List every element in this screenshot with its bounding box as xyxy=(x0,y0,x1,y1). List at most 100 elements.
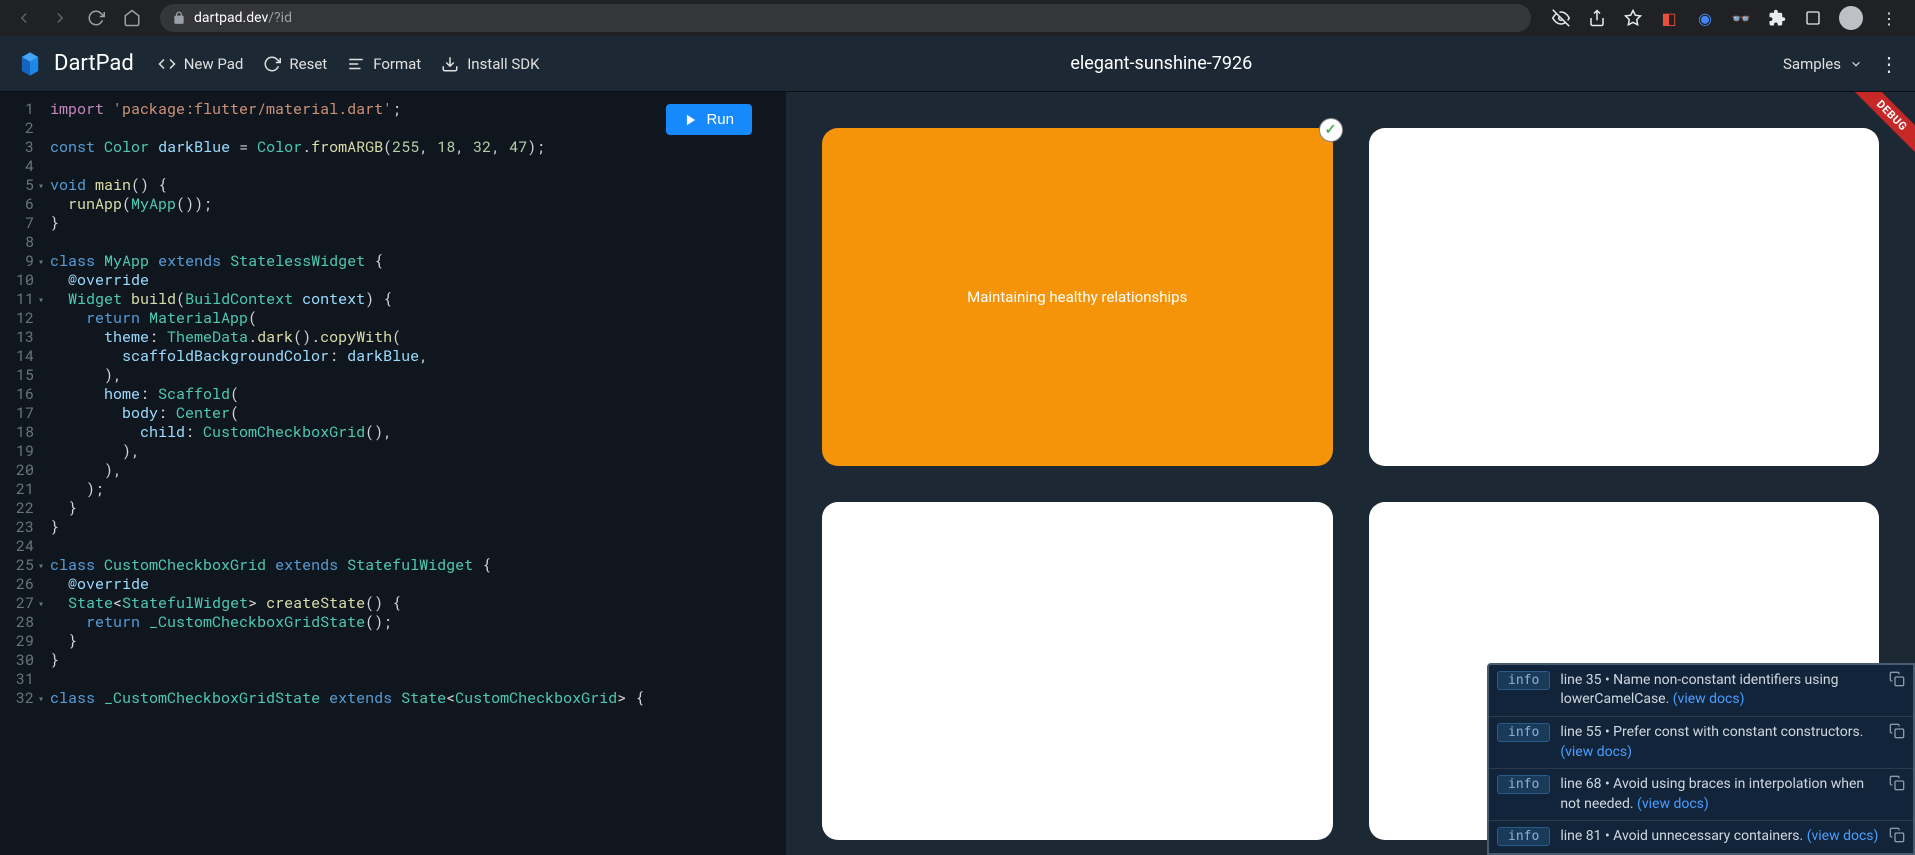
code-content[interactable]: child: CustomCheckboxGrid(), xyxy=(50,423,392,442)
code-content[interactable]: } xyxy=(50,214,59,233)
issue-docs-link[interactable]: (view docs) xyxy=(1807,828,1879,844)
forward-button[interactable] xyxy=(44,2,76,34)
code-line[interactable]: 17 body: Center( xyxy=(0,404,786,423)
code-line[interactable]: 31 xyxy=(0,670,786,689)
extension-icon-1[interactable]: ◧ xyxy=(1659,8,1679,28)
code-content[interactable]: } xyxy=(50,499,77,518)
issue-row[interactable]: infoline 55 • Prefer const with constant… xyxy=(1489,717,1913,769)
fold-gutter[interactable]: ▾ xyxy=(38,290,50,309)
extension-icon-2[interactable]: ◉ xyxy=(1695,8,1715,28)
fold-gutter[interactable]: ▾ xyxy=(38,594,50,613)
code-line[interactable]: 23} xyxy=(0,518,786,537)
copy-icon[interactable] xyxy=(1889,723,1905,739)
project-title[interactable]: elegant-sunshine-7926 xyxy=(540,53,1783,74)
format-button[interactable]: Format xyxy=(347,55,421,73)
copy-icon[interactable] xyxy=(1889,827,1905,843)
code-line[interactable]: 30} xyxy=(0,651,786,670)
logo[interactable]: DartPad xyxy=(16,50,134,78)
preview-card-2[interactable] xyxy=(1369,128,1880,466)
issue-docs-link[interactable]: (view docs) xyxy=(1637,796,1709,812)
fold-gutter[interactable]: ▾ xyxy=(38,556,50,575)
code-line[interactable]: 24 xyxy=(0,537,786,556)
code-content[interactable]: State<StatefulWidget> createState() { xyxy=(50,594,401,613)
code-line[interactable]: 6 runApp(MyApp()); xyxy=(0,195,786,214)
avatar[interactable] xyxy=(1839,6,1863,30)
code-content[interactable]: @override xyxy=(50,271,149,290)
code-line[interactable]: 16 home: Scaffold( xyxy=(0,385,786,404)
issue-docs-link[interactable]: (view docs) xyxy=(1673,691,1745,707)
code-content[interactable]: scaffoldBackgroundColor: darkBlue, xyxy=(50,347,428,366)
code-content[interactable]: ), xyxy=(50,442,140,461)
star-icon[interactable] xyxy=(1623,8,1643,28)
code-line[interactable]: 21 ); xyxy=(0,480,786,499)
fold-gutter[interactable]: ▾ xyxy=(38,176,50,195)
code-line[interactable]: 9▾class MyApp extends StatelessWidget { xyxy=(0,252,786,271)
chrome-more-icon[interactable]: ⋮ xyxy=(1879,8,1899,28)
code-line[interactable]: 26 @override xyxy=(0,575,786,594)
copy-icon[interactable] xyxy=(1889,775,1905,791)
code-line[interactable]: 19 ), xyxy=(0,442,786,461)
code-line[interactable]: 32▾class _CustomCheckboxGridState extend… xyxy=(0,689,786,708)
code-line[interactable]: 14 scaffoldBackgroundColor: darkBlue, xyxy=(0,347,786,366)
window-icon[interactable] xyxy=(1803,8,1823,28)
copy-icon[interactable] xyxy=(1889,671,1905,687)
code-line[interactable]: 11▾ Widget build(BuildContext context) { xyxy=(0,290,786,309)
code-line[interactable]: 15 ), xyxy=(0,366,786,385)
editor-scroll[interactable]: 1import 'package:flutter/material.dart';… xyxy=(0,92,786,855)
install-sdk-button[interactable]: Install SDK xyxy=(441,55,539,73)
code-line[interactable]: 22 } xyxy=(0,499,786,518)
fold-gutter[interactable]: ▾ xyxy=(38,252,50,271)
code-line[interactable]: 29 } xyxy=(0,632,786,651)
code-content[interactable]: } xyxy=(50,632,77,651)
code-line[interactable]: 10 @override xyxy=(0,271,786,290)
home-button[interactable] xyxy=(116,2,148,34)
code-line[interactable]: 28 return _CustomCheckboxGridState(); xyxy=(0,613,786,632)
code-line[interactable]: 27▾ State<StatefulWidget> createState() … xyxy=(0,594,786,613)
code-line[interactable]: 13 theme: ThemeData.dark().copyWith( xyxy=(0,328,786,347)
samples-button[interactable]: Samples xyxy=(1783,55,1863,73)
code-line[interactable]: 18 child: CustomCheckboxGrid(), xyxy=(0,423,786,442)
code-line[interactable]: 25▾class CustomCheckboxGrid extends Stat… xyxy=(0,556,786,575)
code-content[interactable]: const Color darkBlue = Color.fromARGB(25… xyxy=(50,138,545,157)
back-button[interactable] xyxy=(8,2,40,34)
code-line[interactable]: 8 xyxy=(0,233,786,252)
code-line[interactable]: 7} xyxy=(0,214,786,233)
code-content[interactable]: return _CustomCheckboxGridState(); xyxy=(50,613,392,632)
share-icon[interactable] xyxy=(1587,8,1607,28)
code-content[interactable]: Widget build(BuildContext context) { xyxy=(50,290,392,309)
extension-icon-3[interactable]: 👓 xyxy=(1731,8,1751,28)
more-menu-button[interactable]: ⋮ xyxy=(1879,52,1899,76)
issue-row[interactable]: infoline 35 • Name non-constant identifi… xyxy=(1489,665,1913,717)
code-content[interactable]: home: Scaffold( xyxy=(50,385,239,404)
code-content[interactable]: ); xyxy=(50,480,104,499)
code-line[interactable]: 5▾void main() { xyxy=(0,176,786,195)
code-content[interactable]: runApp(MyApp()); xyxy=(50,195,212,214)
new-pad-button[interactable]: New Pad xyxy=(158,55,244,73)
code-line[interactable]: 4 xyxy=(0,157,786,176)
code-line[interactable]: 12 return MaterialApp( xyxy=(0,309,786,328)
code-content[interactable]: } xyxy=(50,518,59,537)
reload-button[interactable] xyxy=(80,2,112,34)
code-line[interactable]: 20 ), xyxy=(0,461,786,480)
code-content[interactable]: void main() { xyxy=(50,176,167,195)
code-line[interactable]: 3const Color darkBlue = Color.fromARGB(2… xyxy=(0,138,786,157)
code-content[interactable]: } xyxy=(50,651,59,670)
preview-card-3[interactable] xyxy=(822,502,1333,840)
code-content[interactable]: import 'package:flutter/material.dart'; xyxy=(50,100,401,119)
preview-card-1[interactable]: ✓ Maintaining healthy relationships xyxy=(822,128,1333,466)
issue-row[interactable]: infoline 68 • Avoid using braces in inte… xyxy=(1489,769,1913,821)
code-content[interactable]: body: Center( xyxy=(50,404,239,423)
code-content[interactable]: @override xyxy=(50,575,149,594)
extensions-icon[interactable] xyxy=(1767,8,1787,28)
code-content[interactable]: class CustomCheckboxGrid extends Statefu… xyxy=(50,556,491,575)
issue-docs-link[interactable]: (view docs) xyxy=(1560,744,1632,760)
code-content[interactable]: theme: ThemeData.dark().copyWith( xyxy=(50,328,401,347)
eye-off-icon[interactable] xyxy=(1551,8,1571,28)
code-content[interactable]: class _CustomCheckboxGridState extends S… xyxy=(50,689,644,708)
reset-button[interactable]: Reset xyxy=(263,55,327,73)
code-content[interactable]: ), xyxy=(50,366,122,385)
code-content[interactable]: class MyApp extends StatelessWidget { xyxy=(50,252,383,271)
code-content[interactable]: return MaterialApp( xyxy=(50,309,257,328)
issue-row[interactable]: infoline 81 • Avoid unnecessary containe… xyxy=(1489,821,1913,853)
code-content[interactable]: ), xyxy=(50,461,122,480)
